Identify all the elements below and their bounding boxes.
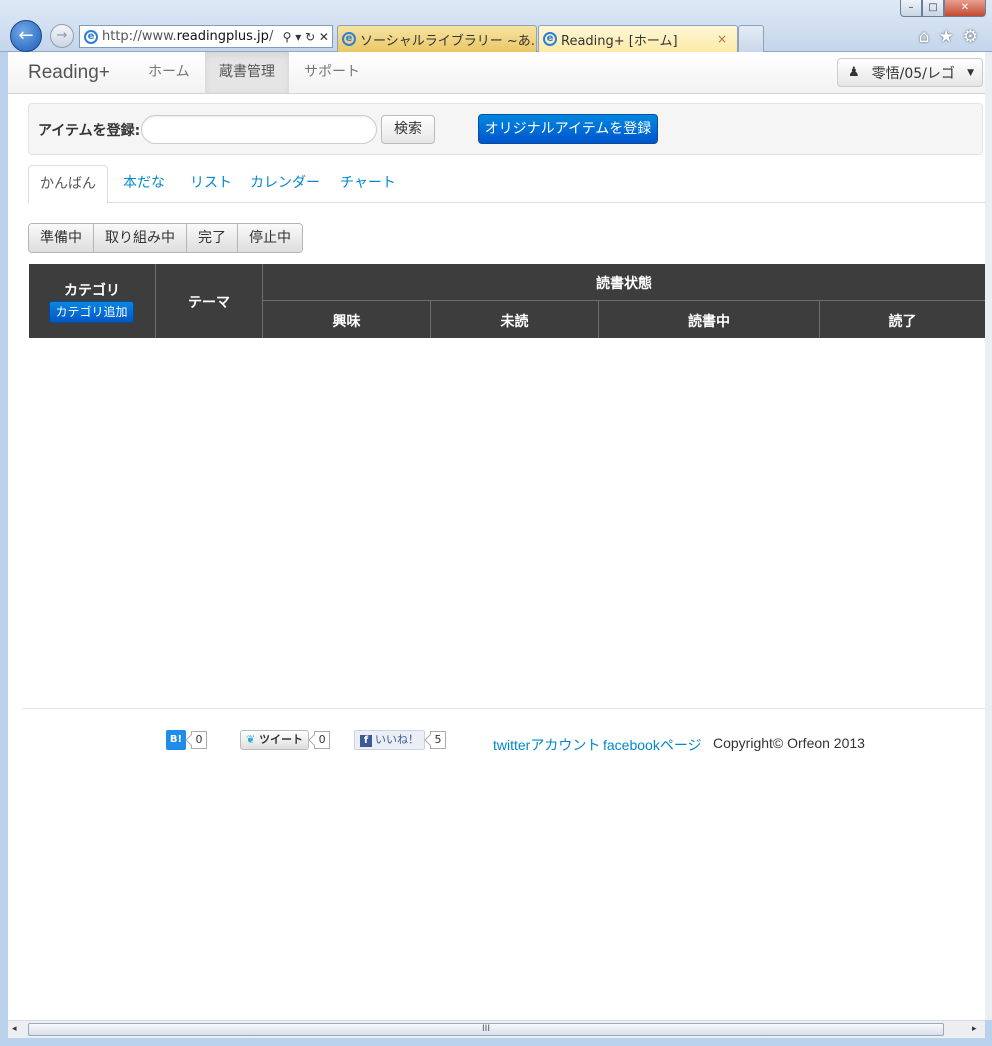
home-icon[interactable]: ⌂ [919, 27, 930, 47]
facebook-icon: f [360, 735, 372, 747]
browser-tab-title: ソーシャルライブラリー ~あ... [360, 33, 537, 49]
nav-item-collection[interactable]: 蔵書管理 [205, 52, 289, 93]
twitter-account-link[interactable]: twitterアカウント [493, 735, 600, 755]
close-window-button[interactable]: ✕ [944, 0, 986, 17]
address-url: http://www.readingplus.jp/ [102, 29, 274, 44]
filter-stopped-button[interactable]: 停止中 [238, 224, 302, 252]
footer-divider [22, 708, 985, 709]
nav-item-support[interactable]: サポート [290, 52, 374, 93]
settings-gear-icon[interactable]: ⚙ [963, 27, 978, 47]
ie-tab-icon: e [543, 32, 557, 46]
nav-item-home[interactable]: ホーム [134, 52, 204, 93]
filter-complete-button[interactable]: 完了 [187, 224, 238, 252]
filter-in-progress-button[interactable]: 取り組み中 [94, 224, 187, 252]
window-frame-bottom [0, 1038, 992, 1046]
item-register-panel: アイテムを登録: 検索 オリジナルアイテムを登録 [28, 103, 983, 155]
search-button[interactable]: 検索 [381, 115, 435, 144]
brand-logo[interactable]: Reading+ [28, 62, 110, 84]
user-name: 零悟/05/レゴ [871, 65, 955, 82]
tab-calendar[interactable]: カレンダー [236, 165, 334, 203]
tab-kanban[interactable]: かんばん [28, 165, 108, 204]
chevron-down-icon: ▼ [967, 67, 974, 78]
hatena-bookmark-widget[interactable]: B! 0 [166, 730, 207, 750]
facebook-like-button[interactable]: f いいね！ [354, 730, 425, 750]
tweet-button[interactable]: ❦ ツイート [240, 730, 310, 750]
like-count: 5 [430, 731, 446, 749]
twitter-bird-icon: ❦ [246, 733, 256, 746]
view-tabs: かんばん 本だな リスト カレンダー チャート [28, 165, 985, 204]
row-divider [263, 300, 985, 301]
back-arrow-icon[interactable]: ← [10, 20, 42, 52]
add-category-button[interactable]: カテゴリ追加 [49, 301, 134, 323]
vertical-scrollbar[interactable] [985, 52, 992, 1020]
category-header: カテゴリ [64, 283, 120, 299]
user-menu-button[interactable]: ♟ 零悟/05/レゴ ▼ [837, 58, 983, 87]
tab-chart[interactable]: チャート [326, 165, 410, 203]
status-column-reading: 読書中 [688, 314, 730, 330]
facebook-like-widget[interactable]: f いいね！ 5 [354, 730, 446, 750]
browser-chrome: – □ ✕ ← → e http://www.readingplus.jp/ ⚲… [0, 0, 992, 52]
status-column-finished: 読了 [888, 314, 917, 330]
maximize-button[interactable]: □ [922, 0, 944, 17]
item-search-input[interactable] [141, 115, 377, 144]
page-viewport: Reading+ ホーム 蔵書管理 サポート ♟ 零悟/05/レゴ ▼ アイテム… [8, 52, 985, 1020]
kanban-table-header: カテゴリ カテゴリ追加 テーマ 読書状態 興味 未読 読書中 読了 [29, 264, 985, 338]
scroll-left-arrow-icon[interactable]: ◂ [12, 1024, 17, 1034]
reading-status-header: 読書状態 [596, 276, 652, 292]
browser-tab-reading-plus[interactable]: e Reading+ [ホーム] × [538, 25, 738, 52]
filter-preparing-button[interactable]: 準備中 [29, 224, 94, 252]
horizontal-scrollbar[interactable]: ◂ III ▸ [8, 1020, 985, 1038]
hatena-count: 0 [191, 731, 207, 749]
register-original-item-button[interactable]: オリジナルアイテムを登録 [478, 114, 658, 144]
register-label: アイテムを登録: [38, 123, 141, 139]
horizontal-scroll-thumb[interactable]: III [28, 1023, 944, 1036]
browser-toolbar-icons: ⌂ ★ ⚙ [919, 27, 978, 47]
browser-tab-social-library[interactable]: e ソーシャルライブラリー ~あ... [337, 25, 537, 52]
ie-tab-icon: e [342, 32, 356, 46]
favorites-star-icon[interactable]: ★ [939, 27, 954, 47]
tweet-widget[interactable]: ❦ ツイート 0 [240, 730, 331, 750]
hatena-bookmark-icon[interactable]: B! [166, 730, 186, 750]
window-controls: – □ ✕ [900, 0, 986, 18]
facebook-page-link[interactable]: facebookページ [603, 735, 702, 755]
new-tab-button[interactable] [738, 25, 764, 52]
status-filter-group: 準備中 取り組み中 完了 停止中 [28, 223, 303, 253]
theme-header: テーマ [188, 295, 230, 311]
tab-bookshelf[interactable]: 本だな [109, 165, 179, 203]
ie-page-icon: e [84, 29, 98, 44]
minimize-button[interactable]: – [900, 0, 922, 17]
status-column-unread: 未読 [500, 314, 529, 330]
tweet-count: 0 [314, 731, 331, 749]
scroll-right-arrow-icon[interactable]: ▸ [972, 1024, 977, 1034]
browser-tab-title: Reading+ [ホーム] [561, 33, 678, 49]
address-tools-icon[interactable]: ⚲ ▾ ↻ ✕ [283, 30, 332, 44]
scroll-grip-icon: III [482, 1024, 490, 1034]
top-navbar: Reading+ ホーム 蔵書管理 サポート ♟ 零悟/05/レゴ ▼ [8, 52, 985, 94]
address-bar[interactable]: e http://www.readingplus.jp/ ⚲ ▾ ↻ ✕ [79, 25, 333, 48]
copyright-text: Copyright© Orfeon 2013 [713, 735, 865, 751]
user-icon: ♟ [848, 65, 860, 80]
status-column-interest: 興味 [332, 314, 361, 330]
forward-arrow-icon[interactable]: → [50, 24, 74, 48]
tab-close-icon[interactable]: × [711, 32, 733, 46]
